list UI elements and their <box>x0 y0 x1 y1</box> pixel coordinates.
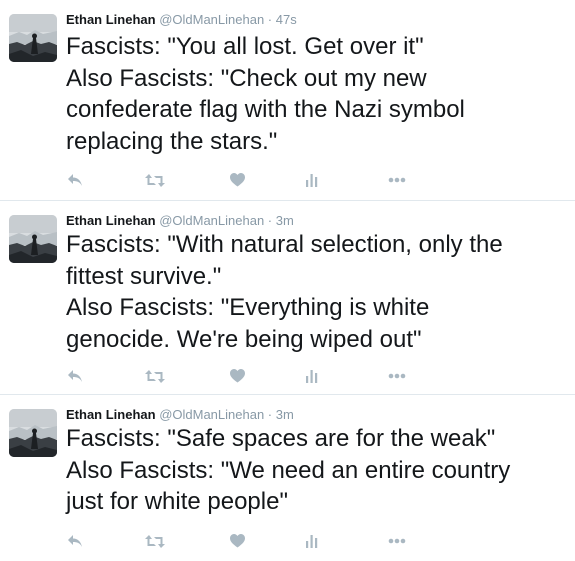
tweet-text: Fascists: "With natural selection, only … <box>66 229 571 355</box>
tweet-text-line: just for white people" <box>66 488 288 515</box>
like-button[interactable] <box>229 171 245 189</box>
reply-button[interactable] <box>66 171 84 189</box>
tweet-timestamp[interactable]: 3m <box>276 213 294 228</box>
author-handle[interactable]: @OldManLinehan <box>159 12 264 27</box>
tweet-text-line: Also Fascists: "Everything is white <box>66 294 430 321</box>
analytics-button[interactable] <box>305 171 319 189</box>
tweet-text-line: Fascists: "With natural selection, only … <box>66 231 503 258</box>
more-icon <box>388 373 406 379</box>
reply-button[interactable] <box>66 367 84 385</box>
analytics-icon <box>306 173 318 187</box>
tweet-text-line: confederate flag with the Nazi symbol <box>66 96 465 123</box>
more-button[interactable] <box>386 532 408 550</box>
tweet-text-line: genocide. We're being wiped out" <box>66 325 422 353</box>
tweet-actions <box>66 532 426 550</box>
retweet-icon <box>145 534 165 548</box>
avatar[interactable] <box>9 14 57 62</box>
tweet-text: Fascists: "Safe spaces are for the weak"… <box>66 423 571 518</box>
avatar-image <box>9 14 57 62</box>
like-button[interactable] <box>229 532 245 550</box>
analytics-button[interactable] <box>305 367 319 385</box>
tweet-actions <box>66 367 426 385</box>
tweet-text-line: Fascists: "Safe spaces are for the weak" <box>66 425 496 452</box>
author-name[interactable]: Ethan Linehan <box>66 12 156 27</box>
separator: · <box>267 213 273 228</box>
tweet-header: Ethan Linehan @OldManLinehan · 3m <box>66 406 294 424</box>
tweet-header: Ethan Linehan @OldManLinehan · 3m <box>66 212 294 230</box>
retweet-icon <box>145 369 165 383</box>
like-icon <box>229 369 245 383</box>
tweet-text-line: replacing the stars." <box>66 127 278 155</box>
more-icon <box>388 538 406 544</box>
avatar-image <box>9 215 57 263</box>
like-button[interactable] <box>229 367 245 385</box>
author-handle[interactable]: @OldManLinehan <box>159 213 264 228</box>
reply-icon <box>68 370 82 382</box>
author-handle[interactable]: @OldManLinehan <box>159 407 264 422</box>
tweet-text-line: Also Fascists: "Check out my new <box>66 64 427 92</box>
more-icon <box>388 177 406 183</box>
tweet-timestamp[interactable]: 47s <box>276 12 297 27</box>
like-icon <box>229 534 245 548</box>
retweet-icon <box>145 173 165 187</box>
tweet[interactable]: Ethan Linehan @OldManLinehan · 3m Fascis… <box>0 201 575 394</box>
tweet-text-line: Also Fascists: "We need an entire countr… <box>66 456 511 484</box>
tweet-header: Ethan Linehan @OldManLinehan · 47s <box>66 11 297 29</box>
author-name[interactable]: Ethan Linehan <box>66 213 156 228</box>
avatar[interactable] <box>9 409 57 457</box>
retweet-button[interactable] <box>144 532 166 550</box>
reply-icon <box>68 535 82 547</box>
analytics-icon <box>306 369 318 383</box>
tweet-text: Fascists: "You all lost. Get over it" Al… <box>66 31 571 157</box>
analytics-icon <box>306 534 318 548</box>
separator: · <box>267 407 273 422</box>
tweet-text-line: Fascists: "You all lost. Get over it" <box>66 33 424 60</box>
tweet[interactable]: Ethan Linehan @OldManLinehan · 47s Fasci… <box>0 0 575 200</box>
tweet-timestamp[interactable]: 3m <box>276 407 294 422</box>
analytics-button[interactable] <box>305 532 319 550</box>
tweet[interactable]: Ethan Linehan @OldManLinehan · 3m Fascis… <box>0 395 575 561</box>
more-button[interactable] <box>386 171 408 189</box>
tweet-text-line: fittest survive." <box>66 262 222 290</box>
avatar[interactable] <box>9 215 57 263</box>
reply-icon <box>68 174 82 186</box>
retweet-button[interactable] <box>144 171 166 189</box>
retweet-button[interactable] <box>144 367 166 385</box>
author-name[interactable]: Ethan Linehan <box>66 407 156 422</box>
avatar-image <box>9 409 57 457</box>
tweet-actions <box>66 171 426 189</box>
reply-button[interactable] <box>66 532 84 550</box>
separator: · <box>267 12 273 27</box>
like-icon <box>229 173 245 187</box>
more-button[interactable] <box>386 367 408 385</box>
